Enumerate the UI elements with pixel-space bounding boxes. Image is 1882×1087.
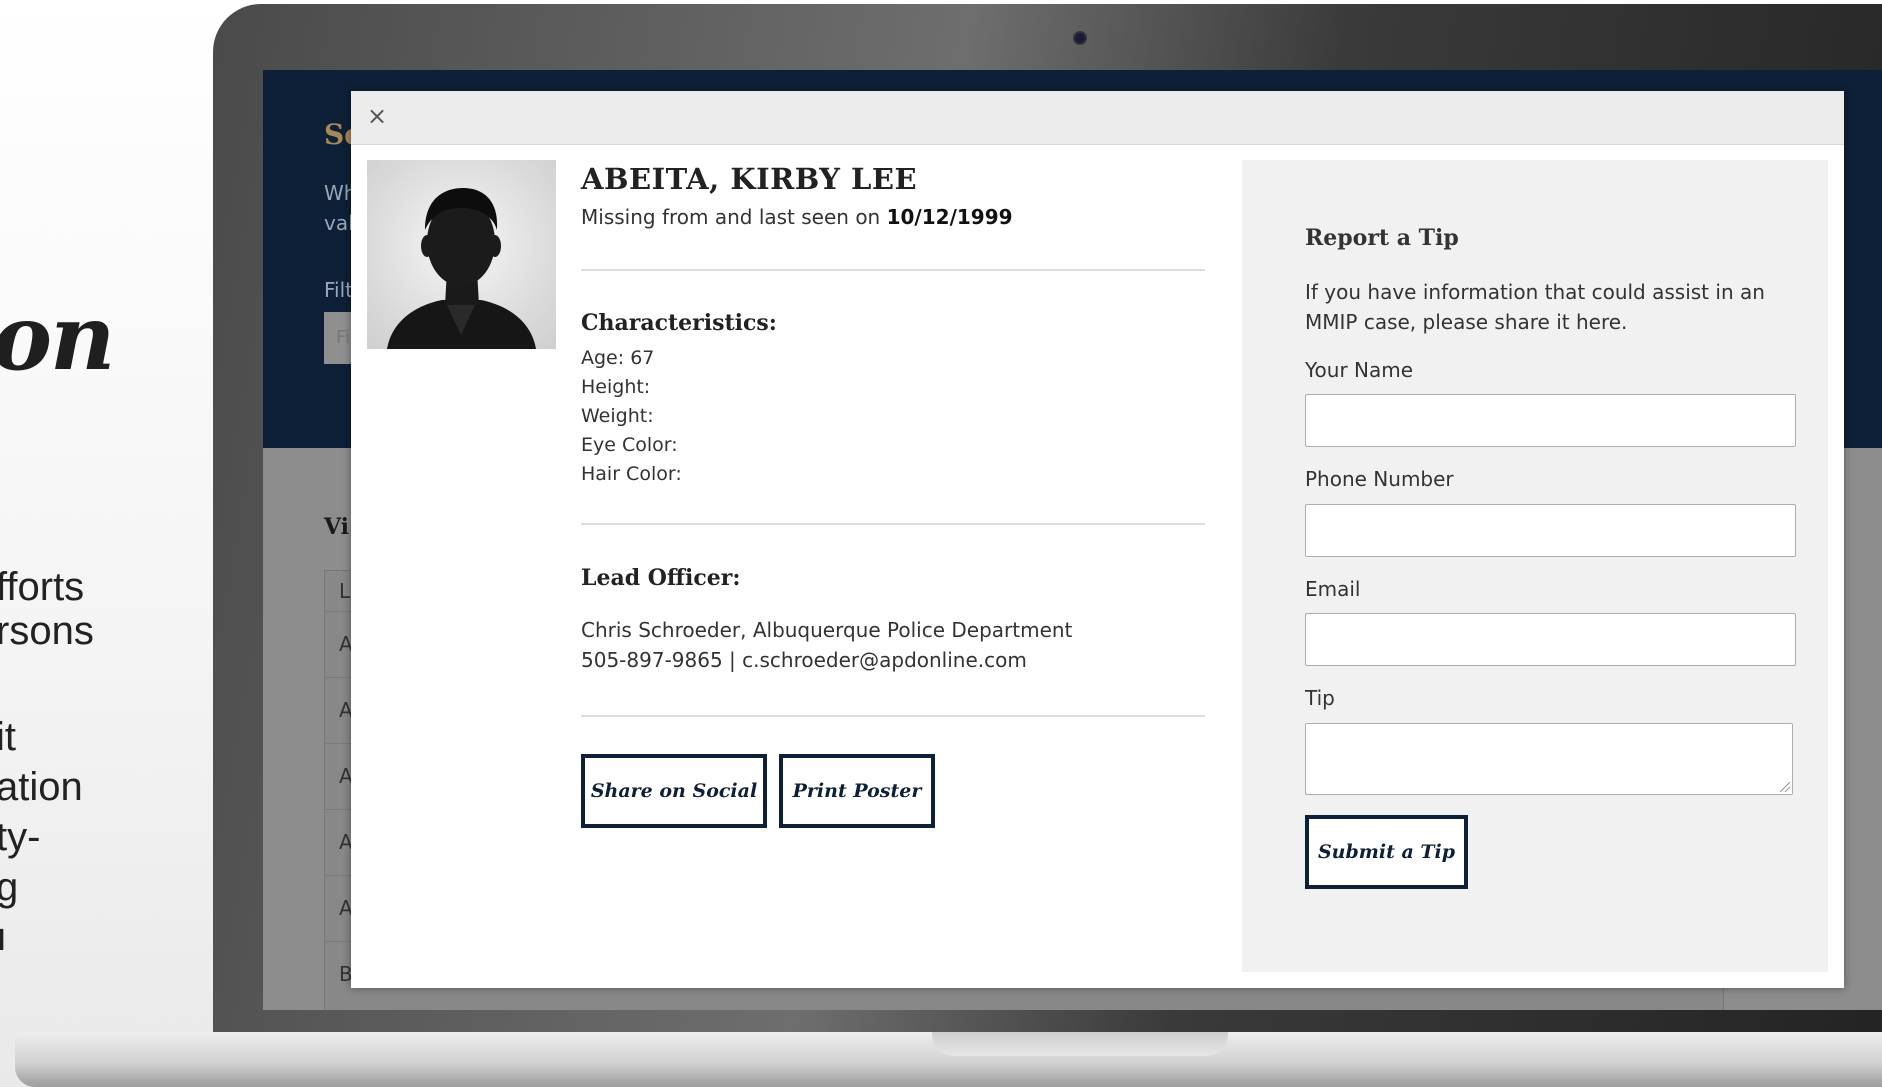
slide-line: it — [0, 715, 16, 759]
filter-label: Filt — [324, 278, 354, 302]
your-name-label: Your Name — [1305, 358, 1414, 382]
person-name: ABEITA, KIRBY LEE — [581, 162, 918, 196]
characteristic-age: Age: 67 — [581, 347, 655, 369]
tip-label: Tip — [1305, 686, 1335, 710]
slide-line: ty- — [0, 815, 41, 859]
divider — [581, 269, 1205, 271]
share-on-social-button[interactable]: Share on Social — [581, 754, 767, 828]
missing-date: 10/12/1999 — [886, 205, 1013, 229]
slide-line: g — [0, 865, 19, 909]
resize-grip-icon[interactable] — [1780, 782, 1790, 792]
characteristic-weight: Weight: — [581, 405, 654, 427]
list-title: Vi — [324, 514, 350, 540]
close-icon[interactable]: × — [365, 103, 389, 129]
submit-tip-button[interactable]: Submit a Tip — [1305, 815, 1468, 889]
slide-line: ation — [0, 765, 83, 809]
slide-line: rsons — [0, 609, 94, 653]
phone-number-input[interactable] — [1305, 504, 1796, 557]
characteristic-eye-color: Eye Color: — [581, 434, 678, 456]
lead-officer-heading: Lead Officer: — [581, 565, 741, 591]
email-label: Email — [1305, 577, 1361, 601]
phone-number-label: Phone Number — [1305, 467, 1454, 491]
report-tip-description: If you have information that could assis… — [1305, 280, 1765, 334]
laptop-notch — [932, 1032, 1228, 1056]
divider — [581, 523, 1205, 525]
slide-line: ı — [0, 915, 8, 959]
characteristic-height: Height: — [581, 376, 651, 398]
officer-name: Chris Schroeder, Albuquerque Police Depa… — [581, 618, 1073, 642]
characteristics-list: Age: 67 Height: Weight: Eye Color: Hair … — [581, 344, 682, 489]
email-input[interactable] — [1305, 613, 1796, 666]
modal-topbar: × — [351, 91, 1844, 145]
slide-line: fforts — [0, 565, 85, 609]
person-photo — [367, 160, 556, 349]
report-tip-panel: Report a Tip If you have information tha… — [1242, 160, 1828, 972]
officer-contact: 505-897-9865 | c.schroeder@apdonline.com — [581, 648, 1027, 672]
your-name-input[interactable] — [1305, 394, 1796, 447]
slide-title: on — [0, 285, 115, 391]
filter-placeholder: Fi — [336, 327, 351, 348]
print-poster-button[interactable]: Print Poster — [779, 754, 935, 828]
divider — [581, 715, 1205, 717]
tip-textarea[interactable] — [1305, 723, 1793, 795]
characteristics-heading: Characteristics: — [581, 310, 777, 336]
report-tip-heading: Report a Tip — [1305, 225, 1459, 251]
missing-since: Missing from and last seen on 10/12/1999 — [581, 205, 1013, 229]
missing-prefix: Missing from and last seen on — [581, 205, 887, 229]
person-detail-modal: × ABEITA, KIRBY LEE Missing from and las… — [351, 91, 1844, 988]
characteristic-hair-color: Hair Color: — [581, 463, 682, 485]
camera-icon — [1073, 31, 1087, 45]
silhouette-image — [387, 188, 536, 349]
